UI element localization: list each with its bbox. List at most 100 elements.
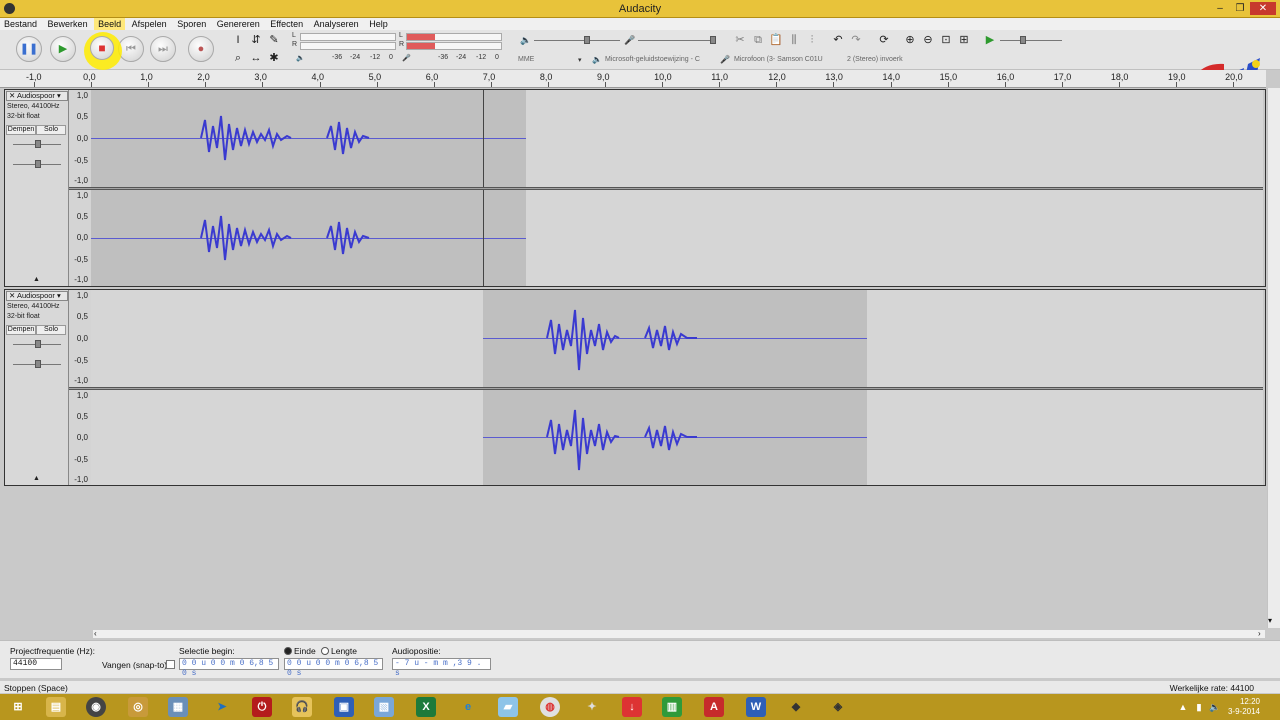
notes-app-icon[interactable]: ▰ <box>498 697 518 717</box>
audio-position-field[interactable]: - 7 u - m m ,3 9 . s <box>392 658 491 678</box>
pan-knob[interactable] <box>35 360 41 368</box>
menu-bewerken[interactable]: Bewerken <box>44 18 92 30</box>
silence-icon[interactable]: ⫶ <box>804 32 820 48</box>
menu-analyseren[interactable]: Analyseren <box>310 18 363 30</box>
document-app-icon[interactable]: ▣ <box>334 697 354 717</box>
output-volume-knob[interactable] <box>584 36 590 44</box>
mute-button[interactable]: Dempen <box>6 325 36 335</box>
cut-icon[interactable]: ✂ <box>732 32 748 48</box>
selection-end-field[interactable]: 0 0 u 0 0 m 0 6,8 5 0 s <box>284 658 383 678</box>
play-speed-slider[interactable] <box>1000 40 1062 41</box>
calculator-icon[interactable]: ▦ <box>168 697 188 717</box>
app-icon[interactable]: ◎ <box>128 697 148 717</box>
play-at-speed-icon[interactable]: ▶ <box>982 32 998 48</box>
length-radio[interactable] <box>321 647 329 655</box>
zoom-out-icon[interactable]: ⊖ <box>920 32 936 48</box>
paper-plane-icon[interactable]: ➤ <box>212 697 232 717</box>
trim-icon[interactable]: ⫼ <box>786 32 802 48</box>
timeshift-tool-icon[interactable]: ↔ <box>248 50 264 66</box>
gain-knob[interactable] <box>35 340 41 348</box>
taskbar-clock[interactable]: 12:20 3-9-2014 <box>1228 697 1260 717</box>
chrome-icon[interactable]: ◍ <box>540 697 560 717</box>
network-icon[interactable]: ▮ <box>1192 697 1206 717</box>
windows-start-icon[interactable]: ⊞ <box>8 697 28 717</box>
menu-help[interactable]: Help <box>365 18 392 30</box>
envelope-tool-icon[interactable]: ⇵ <box>248 32 264 48</box>
maximize-button[interactable]: ❐ <box>1230 2 1250 15</box>
audio-track-1[interactable]: ✕ Audiospoor ▾ Stereo, 44100Hz 32-bit fl… <box>4 89 1266 287</box>
file-explorer-icon[interactable]: ▤ <box>46 697 66 717</box>
menu-beeld[interactable]: Beeld <box>94 18 126 30</box>
volume-icon[interactable]: 🔈 <box>1208 697 1222 717</box>
menu-effecten[interactable]: Effecten <box>266 18 307 30</box>
copy-icon[interactable]: ⧉ <box>750 32 766 48</box>
draw-tool-icon[interactable]: ✎ <box>266 32 282 48</box>
track-1-left-channel[interactable] <box>91 90 1263 187</box>
track-2-name-menu[interactable]: ✕ Audiospoor ▾ <box>6 291 68 301</box>
gain-knob[interactable] <box>35 140 41 148</box>
input-volume-knob[interactable] <box>710 36 716 44</box>
track-close-icon[interactable]: ✕ <box>9 291 17 300</box>
project-rate-select[interactable]: 44100 <box>10 658 62 670</box>
minimize-button[interactable]: – <box>1210 2 1230 15</box>
audio-track-2[interactable]: ✕ Audiospoor ▾ Stereo, 44100Hz 32-bit fl… <box>4 289 1266 486</box>
app-icon[interactable]: ◆ <box>786 697 806 717</box>
track-2-right-channel[interactable] <box>91 390 1263 485</box>
fit-selection-icon[interactable]: ⊡ <box>938 32 954 48</box>
undo-icon[interactable]: ↶ <box>830 32 846 48</box>
pause-button[interactable]: ❚❚ <box>16 36 42 62</box>
playback-meter-right[interactable] <box>300 42 396 50</box>
tray-arrow-icon[interactable]: ▲ <box>1176 697 1190 717</box>
zoom-in-icon[interactable]: ⊕ <box>902 32 918 48</box>
mute-button[interactable]: Dempen <box>6 125 36 135</box>
horizontal-scrollbar[interactable] <box>92 629 1266 639</box>
word-icon[interactable]: W <box>746 697 766 717</box>
track-1-name-menu[interactable]: ✕ Audiospoor ▾ <box>6 91 68 101</box>
output-volume-slider[interactable] <box>534 40 620 41</box>
multi-tool-icon[interactable]: ✱ <box>266 50 282 66</box>
record-meter-right[interactable] <box>406 42 502 50</box>
menu-afspelen[interactable]: Afspelen <box>128 18 171 30</box>
record-button[interactable]: ● <box>188 36 214 62</box>
timeline-ruler[interactable]: -1,0 0,0 1,0 2,0 3,0 4,0 5,0 6,0 7,0 8,0 9,0 10,0 11… <box>0 70 1266 88</box>
selection-start-field[interactable]: 0 0 u 0 0 m 0 6,8 5 0 s <box>179 658 279 678</box>
solo-button[interactable]: Solo <box>36 125 66 135</box>
app-icon[interactable]: ◈ <box>828 697 848 717</box>
playback-meter-left[interactable] <box>300 33 396 41</box>
track-1-right-channel[interactable] <box>91 190 1263 286</box>
scroll-down-icon[interactable]: ▾ <box>1268 616 1272 625</box>
paste-icon[interactable]: 📋 <box>768 32 784 48</box>
input-channels-select[interactable]: 2 (Stereo) invoerk <box>847 56 903 63</box>
stop-button[interactable]: ■ <box>90 36 114 60</box>
snap-to-checkbox[interactable] <box>166 660 175 669</box>
power-icon[interactable]: ⏻ <box>252 697 272 717</box>
end-radio[interactable] <box>284 647 292 655</box>
scroll-left-icon[interactable]: ‹ <box>94 629 97 638</box>
skip-end-button[interactable]: ⏭ <box>150 36 176 62</box>
picture-app-icon[interactable]: ▧ <box>374 697 394 717</box>
excel-icon[interactable]: X <box>416 697 436 717</box>
access-icon[interactable]: A <box>704 697 724 717</box>
media-app-icon[interactable]: ◉ <box>86 697 106 717</box>
menu-sporen[interactable]: Sporen <box>173 18 210 30</box>
publisher-icon[interactable]: ▥ <box>662 697 682 717</box>
pan-knob[interactable] <box>35 160 41 168</box>
selection-tool-icon[interactable]: I <box>230 32 246 48</box>
menu-bestand[interactable]: Bestand <box>0 18 41 30</box>
output-device-select[interactable]: Microsoft-geluidstoewijzing - C <box>605 56 700 63</box>
redo-icon[interactable]: ↷ <box>848 32 864 48</box>
internet-explorer-icon[interactable]: e <box>458 697 478 717</box>
vertical-scrollbar[interactable] <box>1267 88 1280 628</box>
play-speed-knob[interactable] <box>1020 36 1026 44</box>
input-device-select[interactable]: Microfoon (3- Samson C01U <box>734 56 823 63</box>
zoom-tool-icon[interactable]: ⌕ <box>230 50 246 66</box>
sync-lock-icon[interactable]: ⟳ <box>876 32 892 48</box>
close-button[interactable]: ✕ <box>1250 2 1276 15</box>
input-volume-slider[interactable] <box>638 40 716 41</box>
collapse-icon[interactable]: ▲ <box>33 475 40 482</box>
download-icon[interactable]: ↓ <box>622 697 642 717</box>
record-meter-left[interactable] <box>406 33 502 41</box>
fit-project-icon[interactable]: ⊞ <box>956 32 972 48</box>
audio-host-select[interactable]: MME <box>518 56 534 63</box>
tools-app-icon[interactable]: ✦ <box>582 697 602 717</box>
